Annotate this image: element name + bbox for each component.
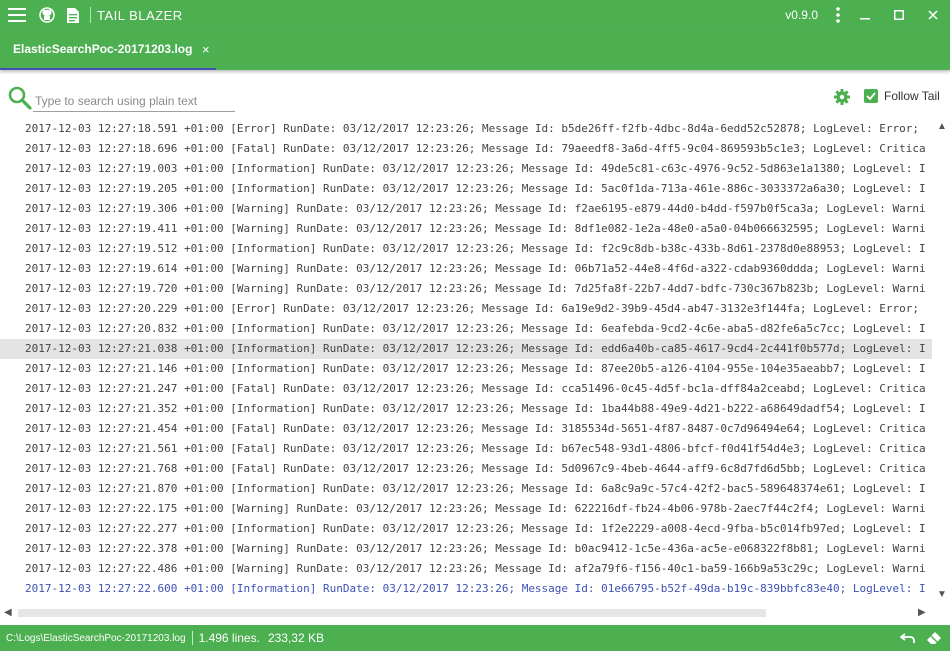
log-line[interactable]: 2017-12-03 12:27:19.512 +01:00 [Informat… [0,239,932,259]
log-line[interactable]: 2017-12-03 12:27:20.229 +01:00 [Error] R… [0,299,932,319]
log-viewer[interactable]: 2017-12-03 12:27:18.591 +01:00 [Error] R… [0,118,950,622]
minimize-icon[interactable] [848,0,882,30]
horizontal-scrollbar[interactable]: ◀ ▶ [0,604,932,622]
tab-label: ElasticSearchPoc-20171203.log [13,42,193,56]
log-line[interactable]: 2017-12-03 12:27:21.561 +01:00 [Fatal] R… [0,439,932,459]
log-line[interactable]: 2017-12-03 12:27:22.600 +01:00 [Informat… [0,579,932,599]
log-line[interactable]: 2017-12-03 12:27:19.411 +01:00 [Warning]… [0,219,932,239]
menu-icon[interactable] [0,0,34,30]
log-lines: 2017-12-03 12:27:18.591 +01:00 [Error] R… [0,119,932,599]
log-line[interactable]: 2017-12-03 12:27:19.614 +01:00 [Warning]… [0,259,932,279]
follow-tail-checkbox[interactable] [864,89,878,103]
version-label: v0.9.0 [785,8,818,22]
log-line[interactable]: 2017-12-03 12:27:21.247 +01:00 [Fatal] R… [0,379,932,399]
eraser-icon[interactable] [926,631,942,645]
status-bar: C:\Logs\ElasticSearchPoc-20171203.log 1.… [0,625,950,651]
follow-tail-label[interactable]: Follow Tail [884,89,940,103]
tab-log-file[interactable]: ElasticSearchPoc-20171203.log × [0,30,216,70]
scroll-corner [932,604,950,622]
log-line[interactable]: 2017-12-03 12:27:22.378 +01:00 [Warning]… [0,539,932,559]
log-line[interactable]: 2017-12-03 12:27:19.003 +01:00 [Informat… [0,159,932,179]
scroll-left-icon[interactable]: ◀ [4,607,12,618]
gear-icon[interactable] [834,89,850,105]
status-line-count: 1.496 lines. [198,631,260,645]
search-input[interactable] [33,90,235,112]
log-line[interactable]: 2017-12-03 12:27:19.720 +01:00 [Warning]… [0,279,932,299]
horizontal-scroll-thumb[interactable] [18,609,766,617]
log-line[interactable]: 2017-12-03 12:27:21.870 +01:00 [Informat… [0,479,932,499]
maximize-icon[interactable] [882,0,916,30]
tab-close-icon[interactable]: × [202,42,210,57]
undo-icon[interactable] [899,631,916,645]
log-line[interactable]: 2017-12-03 12:27:18.696 +01:00 [Fatal] R… [0,139,932,159]
log-line[interactable]: 2017-12-03 12:27:19.306 +01:00 [Warning]… [0,199,932,219]
scroll-up-icon[interactable]: ▲ [937,121,947,132]
status-separator [191,631,193,645]
log-line[interactable]: 2017-12-03 12:27:21.038 +01:00 [Informat… [0,339,932,359]
more-vert-icon[interactable] [828,0,848,30]
document-icon[interactable] [60,0,86,30]
log-line[interactable]: 2017-12-03 12:27:21.146 +01:00 [Informat… [0,359,932,379]
status-file-path: C:\Logs\ElasticSearchPoc-20171203.log [6,632,186,644]
log-line[interactable]: 2017-12-03 12:27:22.175 +01:00 [Warning]… [0,499,932,519]
search-icon [7,85,33,111]
log-line[interactable]: 2017-12-03 12:27:22.277 +01:00 [Informat… [0,519,932,539]
title-separator [90,7,91,23]
app-title: TAIL BLAZER [97,7,183,23]
search-toolbar: Follow Tail [0,80,950,118]
log-line[interactable]: 2017-12-03 12:27:20.832 +01:00 [Informat… [0,319,932,339]
title-bar: TAIL BLAZER v0.9.0 [0,0,950,30]
vertical-scrollbar[interactable]: ▲ ▼ [932,118,950,604]
tab-bar: ElasticSearchPoc-20171203.log × [0,30,950,70]
log-line[interactable]: 2017-12-03 12:27:18.591 +01:00 [Error] R… [0,119,932,139]
log-line[interactable]: 2017-12-03 12:27:21.454 +01:00 [Fatal] R… [0,419,932,439]
log-line[interactable]: 2017-12-03 12:27:19.205 +01:00 [Informat… [0,179,932,199]
status-file-size: 233,32 KB [267,631,324,645]
log-line[interactable]: 2017-12-03 12:27:21.768 +01:00 [Fatal] R… [0,459,932,479]
log-line[interactable]: 2017-12-03 12:27:22.486 +01:00 [Warning]… [0,559,932,579]
scroll-right-icon[interactable]: ▶ [918,607,926,618]
github-icon[interactable] [34,0,60,30]
log-line[interactable]: 2017-12-03 12:27:21.352 +01:00 [Informat… [0,399,932,419]
close-icon[interactable] [916,0,950,30]
scroll-down-icon[interactable]: ▼ [937,589,947,600]
